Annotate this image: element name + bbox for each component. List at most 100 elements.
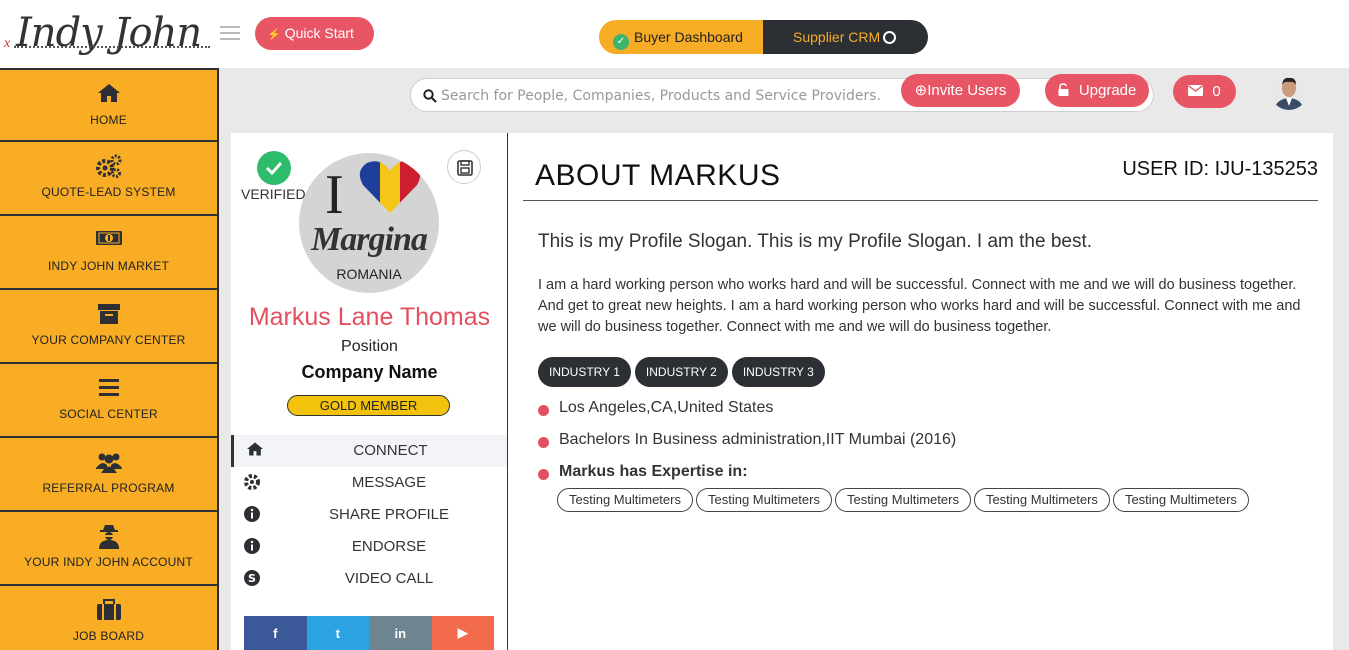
- social-links: f t in ▶: [244, 616, 494, 650]
- expertise-title: Markus has Expertise in:: [559, 463, 748, 480]
- buyer-dashboard-label: Buyer Dashboard: [634, 29, 743, 45]
- facebook-icon[interactable]: f: [244, 616, 307, 650]
- indy-john-logo[interactable]: x Indy John: [4, 8, 210, 62]
- profile-picture-letter: I: [325, 164, 344, 226]
- messages-button[interactable]: 0: [1173, 75, 1236, 108]
- svg-text:S: S: [248, 572, 256, 585]
- profile-sidebar: VERIFIED I Margina ROMANIA Markus Lane T…: [231, 133, 508, 650]
- info-icon: [243, 505, 261, 523]
- connect-action[interactable]: CONNECT: [231, 435, 507, 467]
- endorse-action[interactable]: ENDORSE: [231, 531, 507, 563]
- sidebar-item-label: YOUR INDY JOHN ACCOUNT: [24, 555, 193, 569]
- envelope-icon: [1188, 83, 1212, 100]
- sidebar-item-your-company-center[interactable]: YOUR COMPANY CENTER: [0, 290, 217, 364]
- sidebar-item-label: REFERRAL PROGRAM: [42, 481, 175, 495]
- quick-start-label: Quick Start: [284, 25, 354, 41]
- save-icon[interactable]: [447, 150, 481, 184]
- money-icon: [0, 228, 217, 254]
- buyer-dashboard-button[interactable]: ✓ Buyer Dashboard: [599, 20, 763, 54]
- toggle-ring-icon: [883, 31, 897, 44]
- industry-tag[interactable]: INDUSTRY 2: [634, 357, 728, 387]
- bullet-dot: [538, 469, 549, 480]
- supplier-crm-button[interactable]: Supplier CRM: [763, 20, 928, 54]
- location-text: Los Angeles,CA,United States: [559, 399, 774, 416]
- check-icon: ✓: [613, 34, 629, 50]
- logo-text: Indy John: [16, 10, 202, 56]
- industry-tag[interactable]: INDUSTRY 3: [731, 357, 825, 387]
- expertise-tag[interactable]: Testing Multimeters: [557, 488, 693, 512]
- sidebar-item-referral-program[interactable]: REFERRAL PROGRAM: [0, 438, 217, 512]
- action-label: VIDEO CALL: [344, 570, 434, 587]
- home-icon: [0, 82, 217, 108]
- search-icon[interactable]: [423, 89, 437, 108]
- sidebar-item-quote-lead-system[interactable]: QUOTE-LEAD SYSTEM: [0, 142, 217, 216]
- unlock-icon: [1058, 82, 1079, 99]
- about-title: ABOUT MARKUS: [535, 159, 781, 192]
- heart-flag-icon: [359, 161, 421, 213]
- search-bar: [410, 78, 1154, 112]
- user-secret-icon: [0, 524, 217, 550]
- profile-bio: I am a hard working person who works har…: [538, 277, 1301, 335]
- top-bar: x Indy John ⚡ Quick Start ✓ Buyer Dashboar…: [0, 0, 1349, 68]
- education-text: Bachelors In Business administration,IIT…: [559, 431, 957, 448]
- education-item: Bachelors In Business administration,IIT…: [538, 431, 956, 449]
- action-label: MESSAGE: [351, 474, 427, 491]
- industry-tags: INDUSTRY 1 INDUSTRY 2 INDUSTRY 3: [538, 357, 825, 387]
- logo-underline: [14, 46, 210, 48]
- sidebar-item-job-board[interactable]: JOB BOARD: [0, 586, 217, 650]
- action-label: SHARE PROFILE: [328, 506, 450, 523]
- quick-start-button[interactable]: ⚡ Quick Start: [255, 17, 374, 50]
- briefcase-icon: [0, 598, 217, 624]
- sidebar-item-label: QUOTE-LEAD SYSTEM: [41, 185, 176, 199]
- hamburger-menu-icon[interactable]: [220, 26, 240, 40]
- action-label: ENDORSE: [351, 538, 427, 555]
- archive-box-icon: [0, 302, 217, 328]
- dashboard-toggle: ✓ Buyer Dashboard Supplier CRM: [599, 20, 928, 54]
- about-divider: [523, 200, 1318, 201]
- home-icon: [246, 441, 264, 459]
- sidebar-item-your-indy-john-account[interactable]: YOUR INDY JOHN ACCOUNT: [0, 512, 217, 586]
- user-avatar[interactable]: [1270, 72, 1308, 110]
- bullet-dot: [538, 437, 549, 448]
- sidebar-item-label: HOME: [90, 113, 127, 127]
- sidebar-item-label: INDY JOHN MARKET: [48, 259, 169, 273]
- expertise-tag[interactable]: Testing Multimeters: [1112, 488, 1249, 512]
- invite-users-label: Invite Users: [927, 82, 1007, 99]
- invite-users-button[interactable]: ⊕Invite Users: [901, 74, 1020, 107]
- sidebar-item-home[interactable]: HOME: [0, 68, 217, 142]
- bullet-dot: [538, 405, 549, 416]
- supplier-crm-label: Supplier CRM: [793, 29, 881, 45]
- profile-picture[interactable]: I Margina ROMANIA: [299, 153, 439, 293]
- youtube-icon[interactable]: ▶: [431, 616, 494, 650]
- sidebar-item-indy-john-market[interactable]: INDY JOHN MARKET: [0, 216, 217, 290]
- gear-icon: [243, 473, 261, 491]
- expertise-tag[interactable]: Testing Multimeters: [695, 488, 832, 512]
- search-input[interactable]: [441, 85, 881, 107]
- profile-position: Position: [341, 338, 398, 355]
- action-label: CONNECT: [353, 442, 428, 459]
- share-profile-action[interactable]: SHARE PROFILE: [231, 499, 507, 531]
- industry-tag[interactable]: INDUSTRY 1: [538, 357, 631, 387]
- profile-picture-country: ROMANIA: [336, 266, 402, 282]
- sidebar: HOME QUOTE-LEAD SYSTEM INDY JOHN MARKET …: [0, 68, 219, 650]
- profile-company: Company Name: [301, 362, 438, 382]
- expertise-tag[interactable]: Testing Multimeters: [973, 488, 1110, 512]
- profile-actions: CONNECT MESSAGE SHARE PROFILE ENDORSE S …: [231, 435, 507, 595]
- message-count: 0: [1212, 83, 1221, 100]
- profile-slogan: This is my Profile Slogan. This is my Pr…: [538, 231, 1093, 252]
- bolt-icon: ⚡: [267, 29, 281, 41]
- profile-card: VERIFIED I Margina ROMANIA Markus Lane T…: [231, 133, 1333, 650]
- message-action[interactable]: MESSAGE: [231, 467, 507, 499]
- expertise-tag[interactable]: Testing Multimeters: [834, 488, 971, 512]
- video-call-action[interactable]: S VIDEO CALL: [231, 563, 507, 595]
- sidebar-item-label: YOUR COMPANY CENTER: [31, 333, 186, 347]
- gears-icon: [0, 154, 217, 180]
- users-icon: [0, 450, 217, 476]
- profile-picture-word: Margina: [311, 221, 428, 258]
- upgrade-button[interactable]: Upgrade: [1045, 74, 1149, 107]
- linkedin-icon[interactable]: in: [369, 616, 432, 650]
- logo-prefix: x: [4, 36, 11, 51]
- info-icon: [243, 537, 261, 555]
- twitter-icon[interactable]: t: [306, 616, 369, 650]
- sidebar-item-social-center[interactable]: SOCIAL CENTER: [0, 364, 217, 438]
